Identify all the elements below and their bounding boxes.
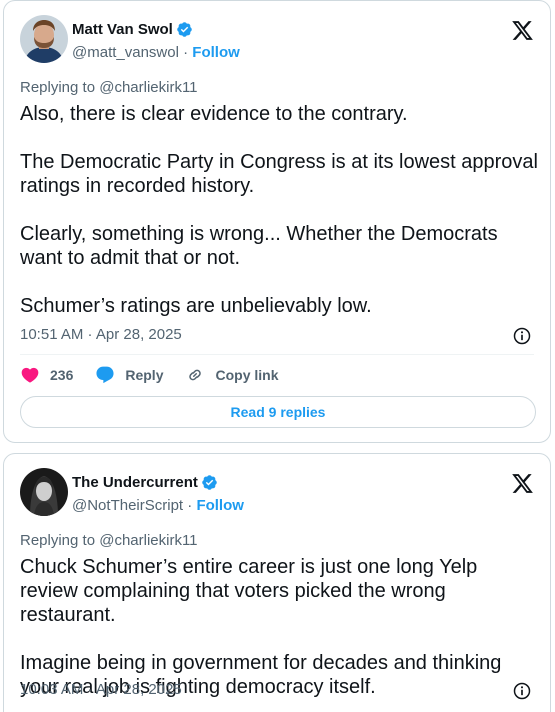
tweet-text: Also, there is clear evidence to the con… <box>20 103 538 317</box>
divider <box>20 354 534 355</box>
follow-button[interactable]: Follow <box>196 497 244 514</box>
author-handle[interactable]: @NotTheirScript <box>72 497 183 514</box>
x-logo-icon[interactable] <box>511 19 534 42</box>
reply-label: Reply <box>125 367 164 383</box>
verified-badge-icon <box>202 475 217 490</box>
tweet-card[interactable]: Matt Van Swol @matt_vanswol · Follow Rep… <box>3 0 551 443</box>
read-replies-button[interactable]: Read 9 replies <box>20 396 536 428</box>
reply-bubble-icon <box>96 366 114 384</box>
tweet-text: Chuck Schumer’s entire career is just on… <box>20 556 502 698</box>
author-name[interactable]: The Undercurrent <box>72 474 198 491</box>
like-count: 236 <box>50 367 74 383</box>
tweet-timestamp[interactable]: 10:03 AM · Apr 28, 2025 <box>20 681 182 698</box>
link-icon <box>189 369 202 381</box>
tweet-card[interactable]: The Undercurrent @NotTheirScript · Follo… <box>3 453 551 712</box>
verified-badge-icon <box>177 22 192 37</box>
avatar[interactable] <box>20 468 68 516</box>
replying-to: Replying to @charliekirk11 <box>20 79 198 96</box>
x-logo-icon[interactable] <box>511 472 534 495</box>
like-button[interactable]: 236 <box>20 365 73 385</box>
separator-dot: · <box>183 44 189 61</box>
info-icon[interactable] <box>512 681 532 701</box>
author-handle[interactable]: @matt_vanswol <box>72 44 179 61</box>
copy-link-label: Copy link <box>215 367 279 383</box>
author-name[interactable]: Matt Van Swol <box>72 21 173 38</box>
reply-button[interactable]: Reply <box>95 365 163 385</box>
heart-icon <box>21 367 39 383</box>
avatar[interactable] <box>20 15 68 63</box>
replying-to: Replying to @charliekirk11 <box>20 532 198 549</box>
follow-button[interactable]: Follow <box>192 44 240 61</box>
info-icon[interactable] <box>512 326 532 346</box>
tweet-timestamp[interactable]: 10:51 AM · Apr 28, 2025 <box>20 326 182 343</box>
separator-dot: · <box>187 497 193 514</box>
copy-link-button[interactable]: Copy link <box>185 365 279 385</box>
